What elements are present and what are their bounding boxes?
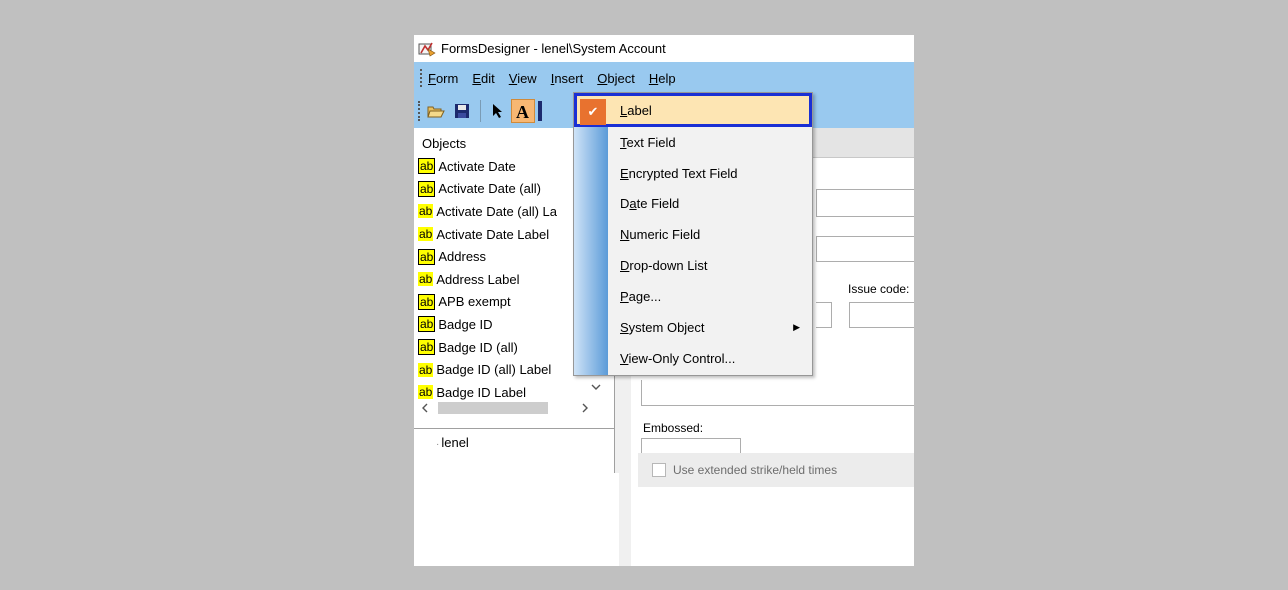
menu-item-encrypted-text-field[interactable]: Encrypted Text Field bbox=[574, 158, 812, 189]
text-field-tool-button[interactable] bbox=[537, 99, 543, 123]
object-list-item-label: Activate Date Label bbox=[436, 226, 550, 242]
text-object-icon: ab bbox=[418, 293, 436, 310]
chevron-right-icon[interactable] bbox=[581, 403, 589, 413]
menu-item-label: Numeric Field bbox=[620, 227, 701, 242]
object-list-item[interactable]: ab Activate Date (all) bbox=[418, 178, 588, 201]
menu-view[interactable]: View bbox=[509, 71, 537, 86]
menu-item-label: View-Only Control... bbox=[620, 351, 736, 366]
issue-code-field[interactable] bbox=[849, 302, 914, 328]
menu-item-numeric-field[interactable]: Numeric Field bbox=[574, 219, 812, 250]
form-text-field-1[interactable] bbox=[816, 189, 914, 217]
window-title: FormsDesigner - lenel\System Account bbox=[441, 41, 666, 56]
title-bar: FormsDesigner - lenel\System Account bbox=[414, 35, 914, 62]
menu-item-drop-down-list[interactable]: Drop-down List bbox=[574, 250, 812, 281]
object-list-item[interactable]: ab Badge ID bbox=[418, 313, 588, 336]
menu-bar: Form Edit View Insert Object Help bbox=[414, 62, 914, 94]
object-list-item-label: Activate Date bbox=[438, 158, 516, 174]
forms-designer-app-icon bbox=[418, 42, 436, 56]
objects-horizontal-scrollbar[interactable] bbox=[418, 400, 604, 416]
extended-strike-checkbox[interactable] bbox=[652, 463, 666, 477]
text-object-icon: ab bbox=[418, 362, 434, 377]
object-list-item-label: Activate Date (all) La bbox=[436, 203, 558, 219]
menu-item-label[interactable]: ✔ Label bbox=[574, 93, 812, 127]
tree-view: · lenel bbox=[414, 428, 619, 566]
object-list-item-label: Badge ID (all) bbox=[438, 339, 518, 355]
letter-a-icon: A bbox=[516, 102, 529, 120]
menu-item-label: Page... bbox=[620, 289, 662, 304]
objects-header: Objects bbox=[422, 136, 467, 151]
submenu-arrow-icon: ▶ bbox=[793, 322, 800, 332]
menu-item-label: System Object bbox=[620, 320, 705, 335]
extended-strike-checkbox-row: Use extended strike/held times bbox=[638, 453, 914, 487]
text-object-icon: ab bbox=[418, 158, 436, 175]
object-list-item-label: Address bbox=[438, 249, 487, 265]
form-text-field-3[interactable] bbox=[816, 302, 832, 328]
menu-item-date-field[interactable]: Date Field bbox=[574, 188, 812, 219]
menu-item-label: Encrypted Text Field bbox=[620, 166, 738, 181]
text-object-icon: ab bbox=[418, 339, 436, 356]
menu-item-label: Drop-down List bbox=[620, 258, 708, 273]
object-list-item-label: Badge ID bbox=[438, 316, 493, 332]
text-object-icon: ab bbox=[418, 316, 436, 333]
chevron-down-icon[interactable] bbox=[591, 383, 601, 391]
tree-item-lenel[interactable]: · lenel bbox=[436, 435, 469, 450]
menu-help[interactable]: Help bbox=[649, 71, 676, 86]
toolbar-grip[interactable] bbox=[418, 101, 420, 121]
save-button[interactable] bbox=[450, 99, 474, 123]
embossed-label: Embossed: bbox=[643, 421, 704, 435]
object-list-item-label: Address Label bbox=[436, 271, 520, 287]
form-text-field-4[interactable] bbox=[641, 380, 914, 406]
chevron-left-icon[interactable] bbox=[421, 403, 429, 413]
object-list-item-label: Badge ID (all) Label bbox=[436, 362, 552, 378]
object-list-item[interactable]: ab Activate Date Label bbox=[418, 223, 588, 246]
checkmark-icon: ✔ bbox=[580, 99, 606, 125]
extended-strike-checkbox-label: Use extended strike/held times bbox=[673, 463, 838, 477]
issue-code-label: Issue code: bbox=[848, 282, 910, 296]
menu-item-label: Date Field bbox=[620, 196, 680, 211]
object-list-item[interactable]: ab Address Label bbox=[418, 268, 588, 291]
menu-item-label: Text Field bbox=[620, 135, 676, 150]
object-list-item[interactable]: ab Badge ID (all) bbox=[418, 336, 588, 359]
menu-item-label: Label bbox=[620, 102, 652, 118]
menu-form[interactable]: Form bbox=[428, 71, 458, 86]
horizontal-scroll-thumb[interactable] bbox=[438, 402, 548, 414]
objects-list: ab Activate Date ab Activate Date (all) ab Ac… bbox=[418, 155, 588, 404]
text-object-icon: ab bbox=[418, 180, 436, 197]
text-object-icon: ab bbox=[418, 204, 434, 219]
text-object-icon: ab bbox=[418, 385, 434, 400]
label-tool-button[interactable]: A bbox=[511, 99, 535, 123]
menu-item-text-field[interactable]: Text Field bbox=[574, 127, 812, 158]
form-text-field-2[interactable] bbox=[816, 236, 914, 262]
text-object-icon: ab bbox=[418, 227, 434, 242]
open-folder-button[interactable] bbox=[424, 99, 448, 123]
menu-item-page[interactable]: Page... bbox=[574, 281, 812, 312]
floppy-disk-icon bbox=[455, 104, 469, 118]
object-list-item[interactable]: ab APB exempt bbox=[418, 291, 588, 314]
open-folder-icon bbox=[427, 106, 445, 118]
object-list-item-label: APB exempt bbox=[438, 294, 511, 310]
pointer-tool-button[interactable] bbox=[485, 99, 509, 123]
text-object-icon: ab bbox=[418, 272, 434, 287]
menu-edit[interactable]: Edit bbox=[472, 71, 494, 86]
svg-text:A: A bbox=[516, 102, 529, 120]
insert-menu-dropdown: ✔ Label Text Field Encrypted Text Field Date… bbox=[573, 92, 813, 376]
object-list-item[interactable]: ab Activate Date (all) La bbox=[418, 200, 588, 223]
object-list-item-label: Badge ID Label bbox=[436, 384, 526, 400]
menu-item-system-object[interactable]: System Object ▶ bbox=[574, 312, 812, 343]
menu-object[interactable]: Object bbox=[597, 71, 635, 86]
object-list-item[interactable]: ab Address bbox=[418, 245, 588, 268]
menu-insert[interactable]: Insert bbox=[551, 71, 584, 86]
toolbar-separator bbox=[480, 100, 481, 122]
object-list-item[interactable]: ab Badge ID (all) Label bbox=[418, 358, 588, 381]
menubar-grip[interactable] bbox=[420, 69, 422, 87]
menu-item-view-only-control[interactable]: View-Only Control... bbox=[574, 343, 812, 374]
arrow-pointer-icon bbox=[493, 104, 502, 118]
text-object-icon: ab bbox=[418, 248, 436, 265]
object-list-item-label: Activate Date (all) bbox=[438, 181, 541, 197]
object-list-item[interactable]: ab Activate Date bbox=[418, 155, 588, 178]
